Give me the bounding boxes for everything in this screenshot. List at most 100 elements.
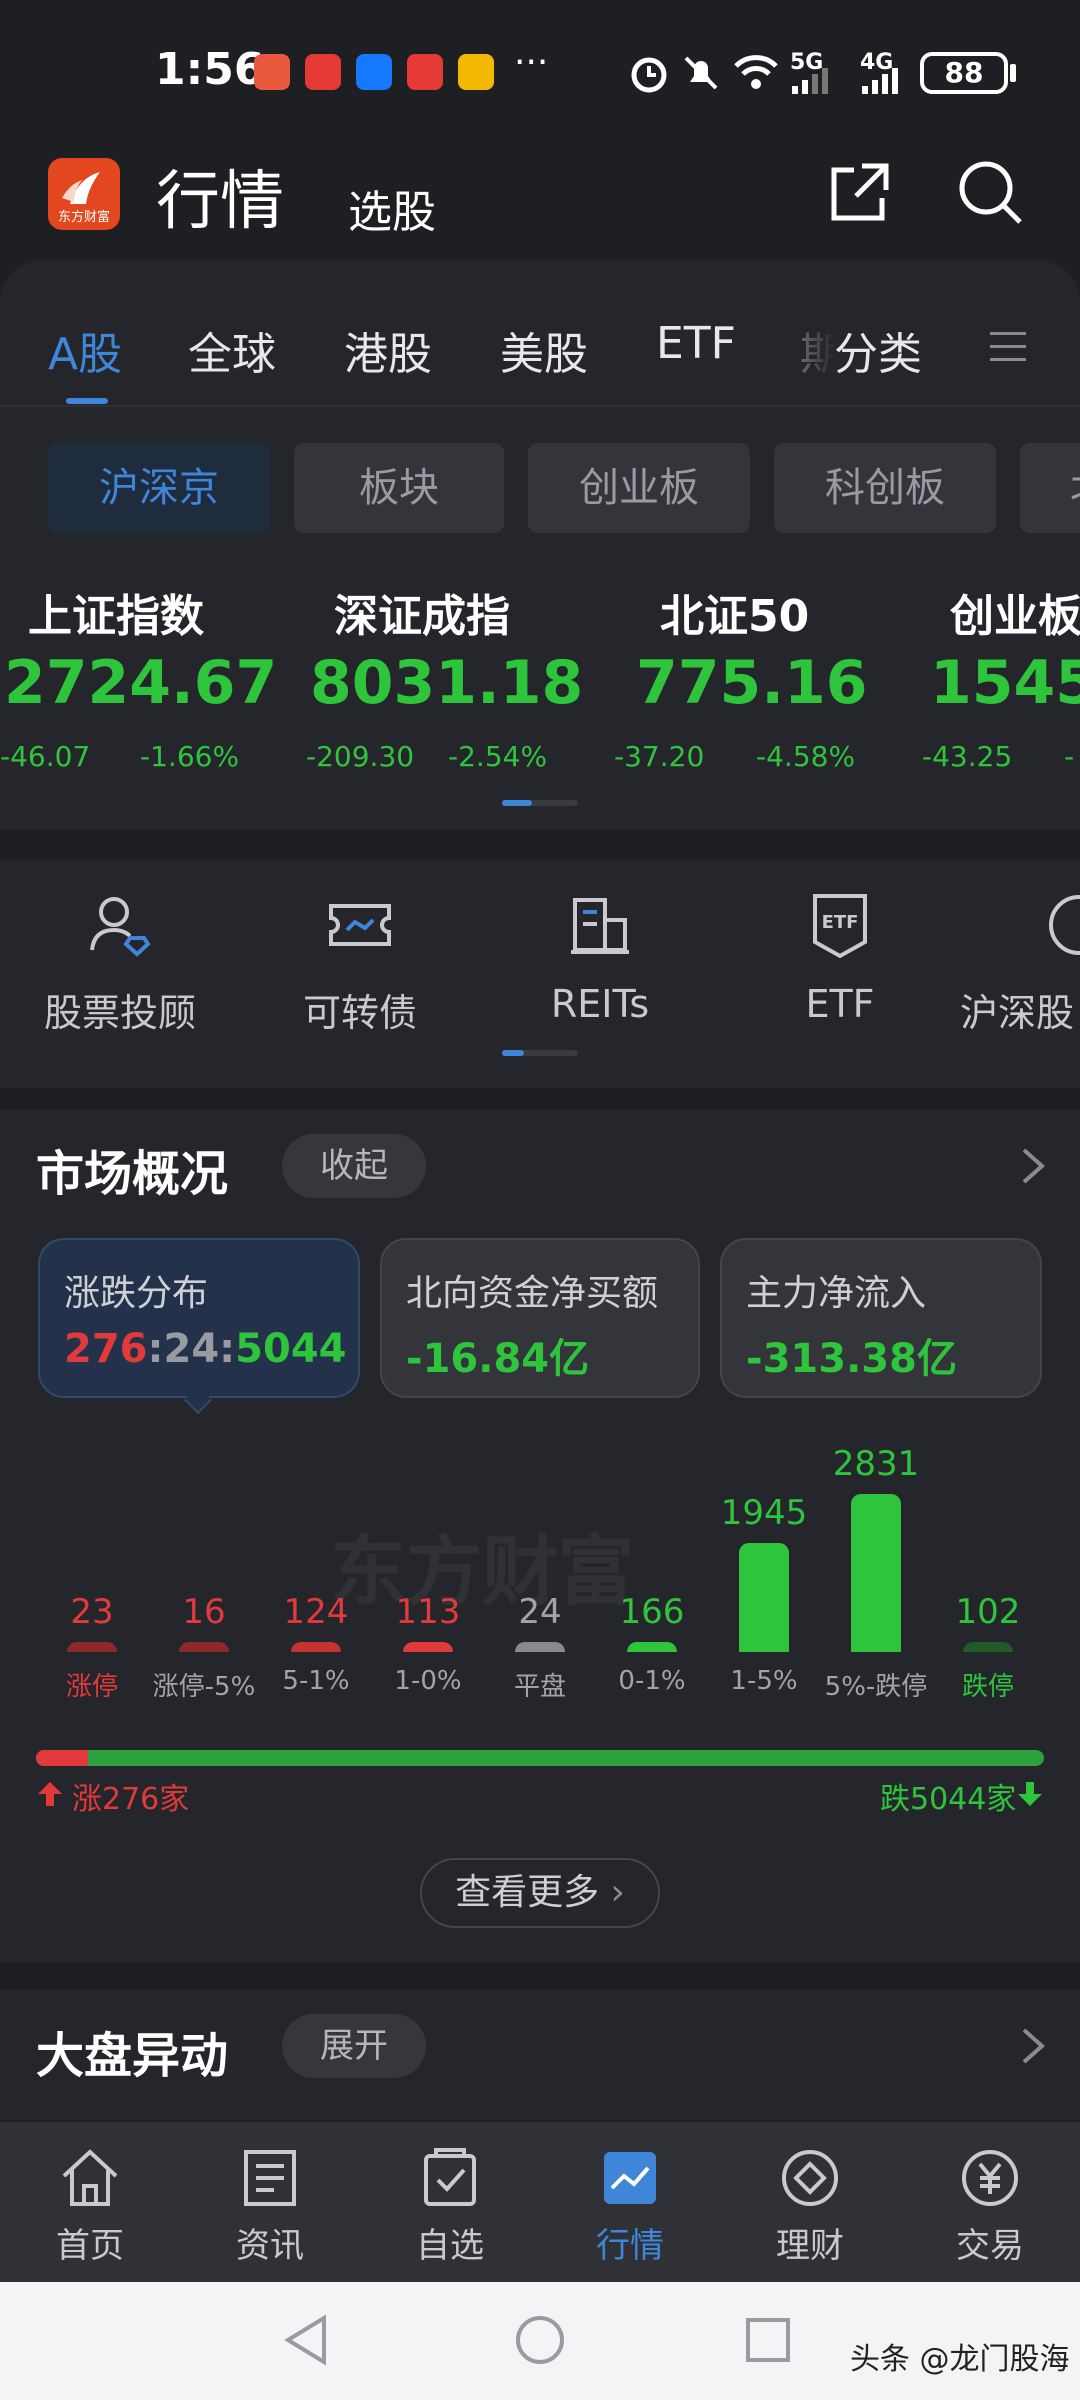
reits-icon[interactable] (565, 890, 635, 960)
nav-wealth[interactable]: 理财 (720, 2122, 900, 2282)
chevron-right-icon[interactable] (1018, 1146, 1048, 1186)
index-value[interactable]: 1545. (930, 648, 1080, 718)
battery-tip (1010, 64, 1016, 82)
back-icon[interactable] (280, 2312, 330, 2368)
index-change: -37.20 (614, 740, 705, 773)
chart-bar-value: 166 (619, 1592, 685, 1632)
alarm-icon (631, 57, 667, 93)
chart-bar[interactable] (291, 1642, 341, 1652)
recents-icon[interactable] (744, 2316, 792, 2364)
index-name[interactable]: 创业板 (950, 580, 1080, 644)
notification-app-icon (305, 54, 341, 90)
nav-label: 自选 (416, 2226, 484, 2266)
page-title[interactable]: 行情 (156, 150, 284, 242)
chart-bar-value: 113 (395, 1592, 461, 1632)
index-pct: -2.54% (448, 740, 548, 773)
chart-bar-value: 1945 (720, 1493, 808, 1533)
chevron-right-icon[interactable] (1018, 2026, 1048, 2066)
chart-bar[interactable] (403, 1642, 453, 1652)
nav-home[interactable]: 首页 (0, 2122, 180, 2282)
chart-bar[interactable] (963, 1642, 1013, 1652)
index-change: -43.25 (922, 740, 1013, 773)
index-name[interactable]: 北证50 (660, 580, 809, 644)
index-name[interactable]: 深证成指 (334, 580, 510, 644)
chart-bar[interactable] (627, 1642, 677, 1652)
tab-global[interactable]: 全球 (188, 318, 276, 382)
chart-bar[interactable] (67, 1642, 117, 1652)
tab-us[interactable]: 美股 (500, 318, 588, 382)
chip-gem[interactable]: 创业板 (528, 443, 750, 533)
nav-label: 行情 (596, 2226, 664, 2266)
nav-watchlist[interactable]: 自选 (360, 2122, 540, 2282)
wifi-icon (734, 55, 778, 89)
quick-advisor-label[interactable]: 股票投顾 (0, 982, 240, 1037)
quick-reits-label[interactable]: REITs (480, 982, 720, 1026)
section-title: 大盘异动 (36, 2028, 229, 2084)
chart-category-label: 0-1% (618, 1666, 686, 1696)
chart-category-label: 5-1% (282, 1666, 350, 1696)
hs-icon[interactable] (1044, 890, 1080, 960)
index-change: -46.07 (0, 740, 91, 773)
arrow-down-icon (1018, 1782, 1042, 1806)
summary-down: 跌5044家 (880, 1782, 1017, 1817)
nav-market[interactable]: 行情 (540, 2122, 720, 2282)
view-more-button[interactable]: 查看更多 › (420, 1858, 660, 1928)
advisor-icon[interactable] (84, 890, 154, 960)
main-flow-box[interactable]: 主力净流入 -313.38亿 (720, 1238, 1042, 1398)
chip-sector[interactable]: 板块 (294, 443, 504, 533)
quick-etf-label[interactable]: ETF (720, 982, 960, 1026)
search-icon[interactable] (956, 158, 1024, 226)
rise-fall-ratio: 276:24:5044 (64, 1326, 347, 1372)
index-pct: -4.58% (756, 740, 856, 773)
quick-bond-label[interactable]: 可转债 (240, 982, 480, 1037)
tab-etf[interactable]: ETF (656, 318, 736, 369)
divider (0, 405, 1080, 407)
chart-category-label: 涨停 (65, 1672, 118, 1702)
notification-alipay-icon (356, 54, 392, 90)
home-icon (62, 2149, 118, 2206)
stock-picker-tab[interactable]: 选股 (348, 176, 436, 240)
chart-bar-value: 102 (955, 1592, 1021, 1632)
bond-icon[interactable] (325, 890, 395, 960)
rise-fall-box[interactable]: 涨跌分布 276:24:5044 (38, 1238, 360, 1398)
chevron-right-icon: › (610, 1872, 625, 1913)
expand-button[interactable]: 展开 (282, 2014, 426, 2078)
etf-icon[interactable]: ETF (805, 890, 875, 960)
index-value[interactable]: 775.16 (636, 648, 868, 718)
chart-bar[interactable] (851, 1494, 901, 1652)
chip-star[interactable]: 科创板 (774, 443, 996, 533)
nav-label: 交易 (956, 2226, 1024, 2266)
index-pct: - (1064, 740, 1075, 773)
nav-trade[interactable]: 交易 (900, 2122, 1080, 2282)
chart-category-label: 5%-跌停 (824, 1672, 928, 1702)
chip-bj[interactable]: 北 (1020, 443, 1080, 533)
share-icon[interactable] (826, 160, 892, 226)
rise-count: 276 (64, 1326, 148, 1372)
svg-text:ETF: ETF (822, 912, 859, 933)
chart-bar[interactable] (179, 1642, 229, 1652)
app-logo-text: 东方财富 (57, 210, 110, 225)
tab-fade (790, 300, 836, 390)
collapse-button[interactable]: 收起 (282, 1134, 426, 1198)
chart-bar[interactable] (739, 1543, 789, 1652)
tab-category[interactable]: 分类 (834, 318, 922, 382)
home-button-icon[interactable] (514, 2314, 566, 2366)
northbound-box[interactable]: 北向资金净买额 -16.84亿 (380, 1238, 700, 1398)
tab-a-shares[interactable]: A股 (48, 318, 122, 382)
battery-indicator: 88 (920, 52, 1008, 94)
tab-hk[interactable]: 港股 (344, 318, 432, 382)
watchlist-icon (424, 2148, 476, 2206)
nav-label: 资讯 (236, 2226, 304, 2266)
chip-hs[interactable]: 沪深京 (48, 443, 270, 533)
index-value[interactable]: 8031.18 (310, 648, 583, 718)
index-name[interactable]: 上证指数 (28, 580, 204, 644)
nav-news[interactable]: 资讯 (180, 2122, 360, 2282)
chart-bar-value: 24 (518, 1592, 562, 1632)
fall-count: 5044 (235, 1326, 347, 1372)
quick-hs-label[interactable]: 沪深股 (960, 982, 1080, 1037)
index-value[interactable]: 2724.67 (4, 648, 277, 718)
index-change: -209.30 (306, 740, 415, 773)
chart-bar[interactable] (515, 1642, 565, 1652)
distribution-chart: 23 涨停 16 涨停-5% 124 5-1% 113 1-0% 24 平盘 166 0-1% 1945… (0, 1430, 1080, 1720)
menu-icon[interactable] (988, 326, 1028, 366)
